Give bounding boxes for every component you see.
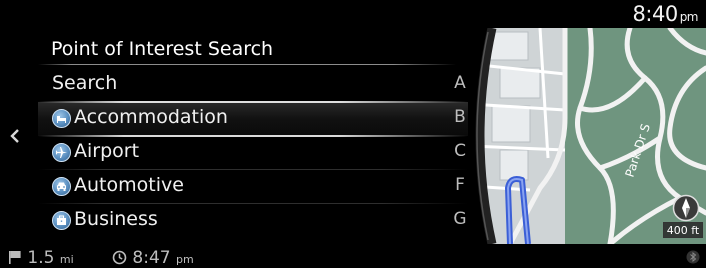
index-letter-c[interactable]: C [452,141,468,161]
index-letter-a[interactable]: A [452,73,468,93]
briefcase-icon [52,211,71,230]
compass-icon[interactable] [672,194,700,222]
map-view[interactable]: Park Dr S [470,28,706,244]
title-divider [38,64,456,65]
index-letter-g[interactable]: G [452,209,468,229]
chevron-left-icon [10,129,19,143]
clock: 8:40 pm [632,2,699,26]
car-icon [52,177,71,196]
list-item-airport[interactable]: Airport [38,136,468,170]
list-item-label: Search [52,72,118,94]
distance-value: 1.5 [27,248,55,268]
eta-unit: pm [176,253,194,266]
list-item-search[interactable]: Search [38,68,468,102]
list-item-business[interactable]: Business [38,204,468,238]
index-letter-f[interactable]: F [452,175,468,195]
clock-icon [112,250,127,265]
clock-time: 8:40 [632,2,679,26]
eta-readout: 8:47 pm [112,248,194,268]
distance-readout: 1.5 mi [8,248,74,268]
list-item-accommodation[interactable]: Accommodation [38,101,468,137]
map-scale: 400 ft [663,222,703,238]
bluetooth-icon [686,250,700,264]
list-item-label: Automotive [74,174,184,196]
list-item-label: Accommodation [74,106,228,128]
index-letter-b[interactable]: B [452,107,468,127]
list-item-automotive[interactable]: Automotive [38,170,468,204]
page-title: Point of Interest Search [51,38,274,60]
clock-ampm: pm [679,10,699,24]
back-button[interactable] [6,122,24,150]
list-item-label: Airport [74,140,140,162]
eta-value: 8:47 [132,248,171,268]
flag-icon [9,251,21,264]
airplane-icon [52,143,71,162]
bed-icon [52,109,71,128]
list-item-label: Business [74,208,158,230]
selection-highlight-top [38,101,468,103]
distance-unit: mi [59,253,74,266]
